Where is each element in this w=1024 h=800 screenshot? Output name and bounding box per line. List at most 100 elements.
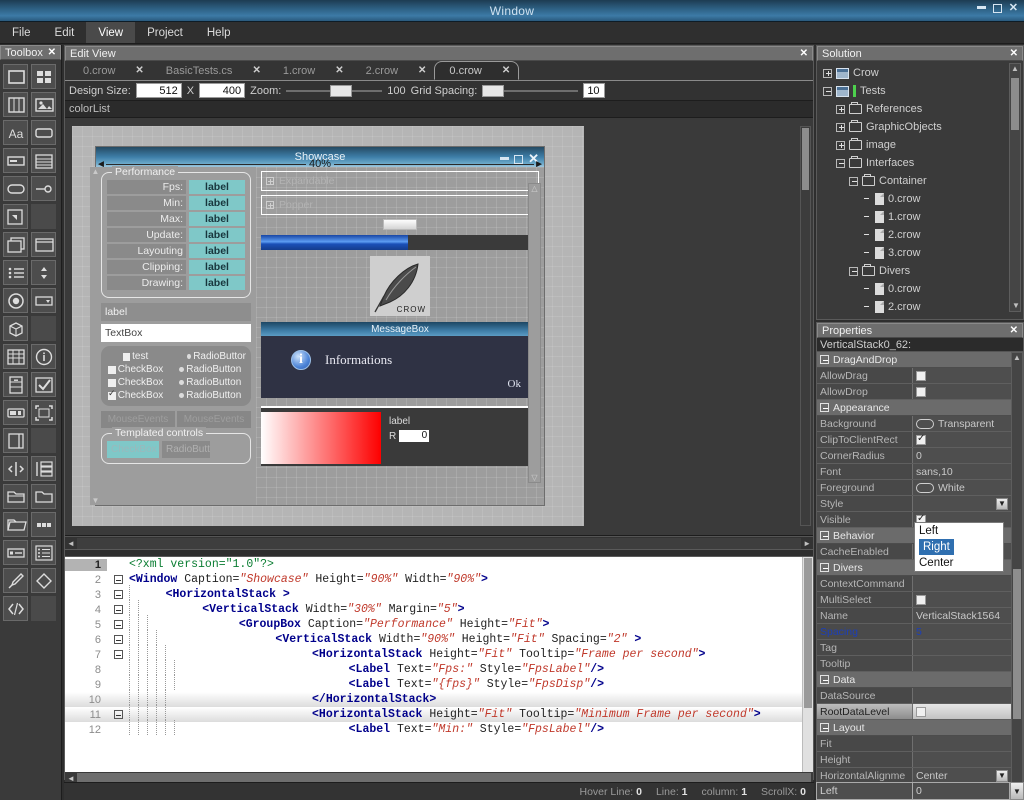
property-row-contextcommand[interactable]: ContextCommand bbox=[817, 576, 1011, 592]
divider-icon[interactable] bbox=[3, 456, 28, 481]
property-group-appearance[interactable]: Appearance bbox=[817, 400, 1011, 416]
checkbox-icon[interactable] bbox=[108, 392, 116, 400]
spinner-icon[interactable] bbox=[31, 260, 56, 285]
scroll-down-icon[interactable]: ▽ bbox=[531, 473, 537, 482]
property-checkbox[interactable] bbox=[916, 707, 926, 717]
checkbox-icon[interactable] bbox=[108, 366, 116, 374]
fold-toggle[interactable] bbox=[107, 650, 129, 659]
radio-icon[interactable] bbox=[179, 380, 184, 385]
shape-icon[interactable] bbox=[31, 568, 56, 593]
checkbox-icon[interactable] bbox=[108, 379, 116, 387]
combo-icon[interactable] bbox=[31, 176, 56, 201]
property-row-cliptoclientrect[interactable]: ClipToClientRect bbox=[817, 432, 1011, 448]
dots-icon[interactable] bbox=[31, 512, 56, 537]
scroll-down-icon[interactable]: ▼ bbox=[1012, 301, 1020, 310]
color-swatch-icon[interactable] bbox=[916, 483, 934, 493]
layers-icon[interactable] bbox=[31, 456, 56, 481]
group-collapse-icon[interactable] bbox=[820, 675, 829, 684]
property-value[interactable] bbox=[913, 656, 1011, 671]
tab-close-icon[interactable]: ✕ bbox=[418, 65, 426, 76]
color-gradient[interactable] bbox=[261, 412, 381, 464]
code-line[interactable]: 10 </HorizontalStack> bbox=[65, 692, 813, 707]
tree-node-2-crow[interactable]: 2.crow bbox=[819, 226, 1021, 244]
solution-close-icon[interactable]: ✕ bbox=[1010, 48, 1018, 59]
showcase-inner-scrollbar[interactable]: ▲ ▼ bbox=[90, 167, 101, 505]
radio-icon[interactable] bbox=[179, 367, 184, 372]
tree-expander-plus-icon[interactable] bbox=[836, 123, 845, 132]
code-line[interactable]: 2<Window Caption="Showcase" Height="90%"… bbox=[65, 572, 813, 587]
solution-scroll-thumb[interactable] bbox=[1011, 78, 1019, 130]
scroll-up-icon[interactable]: △ bbox=[531, 184, 537, 193]
grid-spacing-slider[interactable] bbox=[482, 84, 578, 98]
property-row-rootdatalevel[interactable]: RootDataLevel bbox=[817, 704, 1011, 720]
table-icon[interactable] bbox=[3, 344, 28, 369]
property-value[interactable] bbox=[913, 640, 1011, 655]
radio-icon[interactable] bbox=[187, 354, 191, 359]
dropdown-icon[interactable] bbox=[31, 288, 56, 313]
property-checkbox[interactable] bbox=[916, 371, 926, 381]
columns-icon[interactable] bbox=[3, 92, 28, 117]
radio-icon[interactable] bbox=[179, 393, 184, 398]
menu-item-file[interactable]: File bbox=[0, 22, 43, 43]
tree-node-tests[interactable]: Tests bbox=[819, 82, 1021, 100]
fold-minus-icon[interactable] bbox=[114, 650, 123, 659]
canvas-horizontal-scrollbar[interactable]: ◄ ► bbox=[65, 536, 813, 549]
scroll-down-icon[interactable]: ▼ bbox=[92, 496, 100, 505]
popup-icon[interactable] bbox=[3, 204, 28, 229]
code-line[interactable]: 6 <VerticalStack Width="90%" Height="Fit… bbox=[65, 632, 813, 647]
splitter-icon[interactable] bbox=[3, 428, 28, 453]
code-vertical-scrollbar[interactable] bbox=[802, 557, 813, 772]
property-value[interactable]: ▼ bbox=[913, 496, 1011, 511]
code-line[interactable]: 4 <VerticalStack Width="30%" Margin="5"> bbox=[65, 602, 813, 617]
mouse-event-button-2[interactable]: MouseEvents bbox=[177, 411, 251, 428]
property-row-datasource[interactable]: DataSource bbox=[817, 688, 1011, 704]
fold-minus-icon[interactable] bbox=[114, 575, 123, 584]
folder-icon[interactable] bbox=[31, 484, 56, 509]
property-value[interactable]: Transparent bbox=[913, 416, 1011, 431]
code-line[interactable]: 5 <GroupBox Caption="Performance" Height… bbox=[65, 617, 813, 632]
tree-node-3-crow[interactable]: 3.crow bbox=[819, 244, 1021, 262]
document-tab-4[interactable]: 0.crow✕ bbox=[434, 61, 519, 80]
code-vscroll-thumb[interactable] bbox=[804, 558, 812, 708]
roundbutton-icon[interactable] bbox=[3, 176, 28, 201]
property-value[interactable]: 5 bbox=[913, 624, 1011, 639]
showcase-preview-window[interactable]: Showcase ✕ ◄ 40% ► bbox=[95, 146, 545, 506]
fold-toggle[interactable] bbox=[107, 620, 129, 629]
property-row-cornerradius[interactable]: CornerRadius0 bbox=[817, 448, 1011, 464]
info-icon[interactable] bbox=[31, 344, 56, 369]
tree-node-container[interactable]: Container bbox=[819, 172, 1021, 190]
zoom-slider-knob[interactable] bbox=[330, 85, 352, 97]
preview-small-button[interactable] bbox=[383, 219, 417, 230]
color-channel-input[interactable]: 0 bbox=[399, 430, 429, 442]
property-value[interactable] bbox=[913, 704, 1011, 719]
tree-node-crow[interactable]: Crow bbox=[819, 64, 1021, 82]
properties-close-icon[interactable]: ✕ bbox=[1010, 325, 1018, 336]
expand-plus-icon[interactable] bbox=[266, 177, 274, 185]
color-picker-preview[interactable]: label R 0 bbox=[261, 406, 539, 466]
tree-node-interfaces[interactable]: Interfaces bbox=[819, 154, 1021, 172]
property-value[interactable]: VerticalStack1564 bbox=[913, 608, 1011, 623]
property-value[interactable] bbox=[913, 384, 1011, 399]
chevron-down-icon[interactable]: ▼ bbox=[996, 770, 1008, 782]
code-line[interactable]: 9 <Label Text="{fps}" Style="FpsDisp"/> bbox=[65, 677, 813, 692]
property-row-font[interactable]: Fontsans,10 bbox=[817, 464, 1011, 480]
fold-toggle[interactable] bbox=[107, 575, 129, 584]
messagebox-ok-button[interactable]: Ok bbox=[508, 378, 521, 390]
property-row-name[interactable]: NameVerticalStack1564 bbox=[817, 608, 1011, 624]
selection-icon[interactable] bbox=[31, 400, 56, 425]
scroll-up-icon[interactable]: ▲ bbox=[1013, 353, 1021, 362]
widget-icon[interactable] bbox=[3, 64, 28, 89]
tree-node-1-crow[interactable]: 1.crow bbox=[819, 208, 1021, 226]
dropdown-option-right[interactable]: Right bbox=[919, 539, 954, 555]
property-row-tag[interactable]: Tag bbox=[817, 640, 1011, 656]
property-value[interactable]: 0 bbox=[913, 448, 1011, 463]
property-value[interactable] bbox=[913, 688, 1011, 703]
property-group-draganddrop[interactable]: DragAndDrop bbox=[817, 352, 1011, 368]
properties-scrollbar[interactable]: ▲ ▼ bbox=[1011, 352, 1023, 799]
panel-splitter[interactable] bbox=[65, 549, 813, 557]
mouse-event-button-1[interactable]: MouseEvents bbox=[101, 411, 175, 428]
property-value[interactable] bbox=[913, 736, 1011, 751]
code-line[interactable]: 1<?xml version="1.0"?> bbox=[65, 557, 813, 572]
tab-close-icon[interactable]: ✕ bbox=[502, 65, 510, 76]
tree-node-image[interactable]: image bbox=[819, 136, 1021, 154]
